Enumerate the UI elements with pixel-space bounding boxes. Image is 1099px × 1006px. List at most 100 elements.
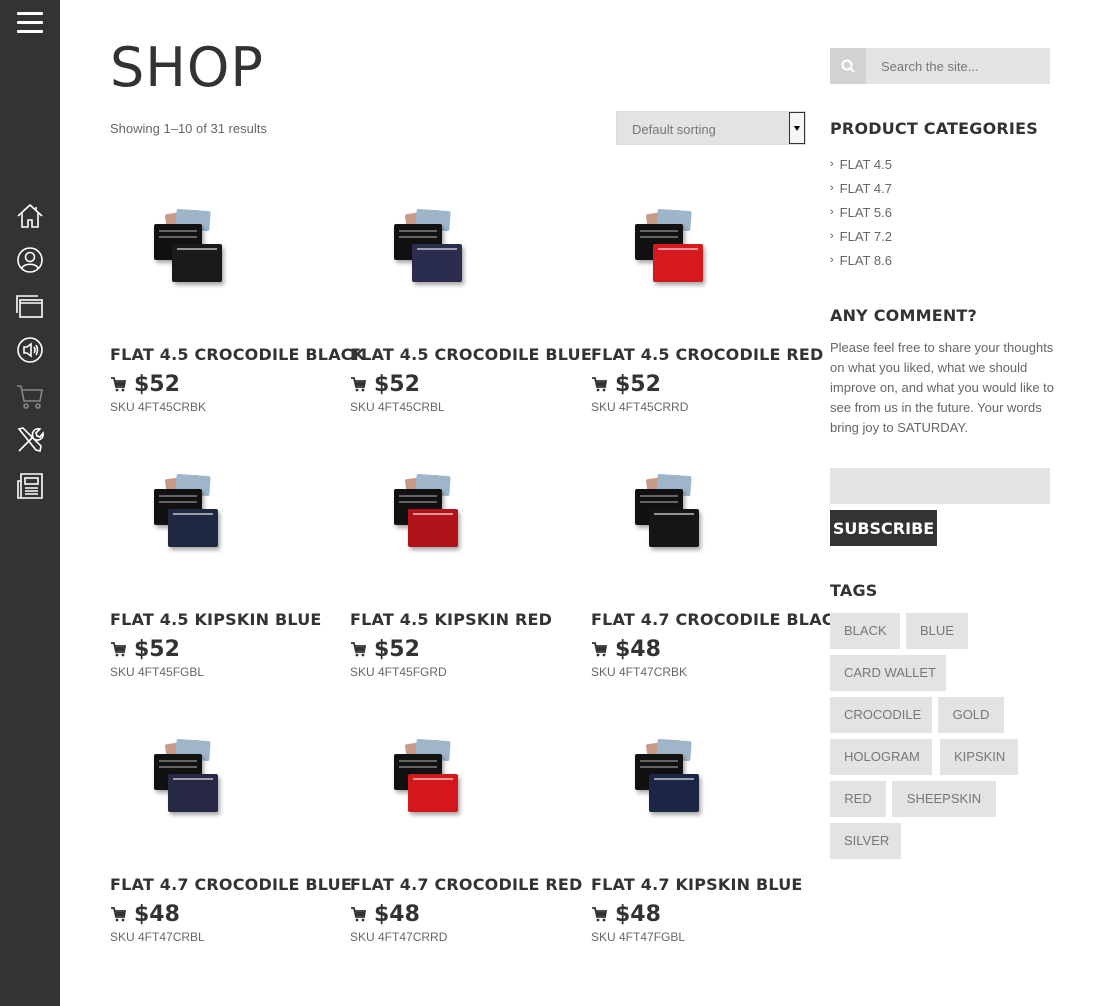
- speaker-icon[interactable]: [15, 335, 45, 365]
- tag-link[interactable]: CARD WALLET: [830, 655, 946, 691]
- product-card[interactable]: FLAT 4.7 CROCODILE BLACK $48 SKU 4FT47CR…: [591, 441, 846, 679]
- front-card-image: [168, 774, 218, 812]
- product-image[interactable]: [591, 441, 741, 591]
- product-price: $48: [615, 636, 661, 662]
- product-card[interactable]: FLAT 4.7 CROCODILE BLUE $48 SKU 4FT47CRB…: [110, 706, 352, 944]
- category-item[interactable]: › FLAT 8.6: [830, 248, 892, 272]
- cart-icon: [592, 642, 607, 657]
- category-item[interactable]: › FLAT 4.5: [830, 152, 892, 176]
- product-title[interactable]: FLAT 4.7 CROCODILE BLACK: [591, 609, 846, 631]
- front-card-image: [412, 244, 462, 282]
- product-price: $48: [134, 901, 180, 927]
- tag-link[interactable]: GOLD: [938, 697, 1004, 733]
- product-price: $48: [374, 901, 420, 927]
- product-title[interactable]: FLAT 4.7 KIPSKIN BLUE: [591, 874, 821, 896]
- product-card[interactable]: FLAT 4.7 CROCODILE RED $48 SKU 4FT47CRRD: [350, 706, 582, 944]
- cart-icon[interactable]: [15, 381, 45, 411]
- categories-title: PRODUCT CATEGORIES: [830, 119, 1038, 138]
- product-title[interactable]: FLAT 4.7 CROCODILE RED: [350, 874, 582, 896]
- category-item[interactable]: › FLAT 7.2: [830, 224, 892, 248]
- product-title[interactable]: FLAT 4.5 KIPSKIN BLUE: [110, 609, 340, 631]
- product-sku: SKU 4FT47FGBL: [591, 930, 686, 944]
- windows-icon[interactable]: [15, 291, 45, 321]
- product-image[interactable]: [591, 176, 741, 326]
- category-item[interactable]: › FLAT 5.6: [830, 200, 892, 224]
- tag-link[interactable]: SILVER: [830, 823, 901, 859]
- cart-icon: [351, 907, 366, 922]
- tag-link[interactable]: KIPSKIN: [940, 739, 1018, 775]
- product-title[interactable]: FLAT 4.5 KIPSKIN RED: [350, 609, 580, 631]
- search-icon[interactable]: [830, 48, 866, 84]
- subscribe-button[interactable]: SUBSCRIBE: [830, 510, 937, 546]
- category-label: FLAT 8.6: [839, 252, 892, 268]
- chevron-right-icon: ›: [830, 182, 834, 194]
- chevron-down-icon[interactable]: [789, 112, 805, 144]
- cart-icon: [111, 907, 126, 922]
- chevron-right-icon: ›: [830, 254, 834, 266]
- product-image[interactable]: [591, 706, 741, 856]
- category-label: FLAT 5.6: [839, 204, 892, 220]
- hamburger-menu-icon[interactable]: [17, 12, 43, 36]
- product-sku: SKU 4FT45CRBL: [350, 400, 445, 414]
- product-sku: SKU 4FT45FGRD: [350, 665, 447, 679]
- front-card-image: [649, 509, 699, 547]
- chevron-right-icon: ›: [830, 206, 834, 218]
- product-image[interactable]: [110, 176, 260, 326]
- product-sku: SKU 4FT45CRBK: [110, 400, 207, 414]
- tag-link[interactable]: BLACK: [830, 613, 900, 649]
- product-sku: SKU 4FT47CRRD: [350, 930, 448, 944]
- category-label: FLAT 7.2: [839, 228, 892, 244]
- product-card[interactable]: FLAT 4.5 CROCODILE RED $52 SKU 4FT45CRRD: [591, 176, 823, 414]
- tools-icon[interactable]: [15, 425, 45, 455]
- search-box: [830, 48, 1050, 84]
- cart-icon: [351, 642, 366, 657]
- product-title[interactable]: FLAT 4.7 CROCODILE BLUE: [110, 874, 352, 896]
- product-price: $52: [374, 371, 420, 397]
- product-image[interactable]: [350, 176, 500, 326]
- tag-link[interactable]: HOLOGRAM: [830, 739, 932, 775]
- product-image[interactable]: [350, 706, 500, 856]
- category-label: FLAT 4.5: [839, 156, 892, 172]
- category-item[interactable]: › FLAT 4.7: [830, 176, 892, 200]
- category-label: FLAT 4.7: [839, 180, 892, 196]
- product-title[interactable]: FLAT 4.5 CROCODILE RED: [591, 344, 823, 366]
- product-price: $52: [615, 371, 661, 397]
- tag-link[interactable]: BLUE: [906, 613, 968, 649]
- tag-link[interactable]: SHEEPSKIN: [892, 781, 996, 817]
- sidebar: [0, 0, 60, 1006]
- front-card-image: [649, 774, 699, 812]
- sorting-select[interactable]: Default sorting: [616, 111, 806, 145]
- product-price: $52: [134, 371, 180, 397]
- chevron-right-icon: ›: [830, 230, 834, 242]
- newspaper-icon[interactable]: [15, 471, 45, 501]
- cart-icon: [592, 907, 607, 922]
- product-price: $48: [615, 901, 661, 927]
- product-card[interactable]: FLAT 4.5 KIPSKIN RED $52 SKU 4FT45FGRD: [350, 441, 580, 679]
- category-list: › FLAT 4.5 › FLAT 4.7 › FLAT 5.6 › FLAT 7.2 › FLA…: [830, 152, 892, 272]
- front-card-image: [168, 509, 218, 547]
- tag-link[interactable]: RED: [830, 781, 886, 817]
- subscribe-email-field[interactable]: [830, 468, 1050, 504]
- product-card[interactable]: FLAT 4.5 CROCODILE BLUE $52 SKU 4FT45CRB…: [350, 176, 592, 414]
- search-input[interactable]: [866, 48, 1050, 84]
- front-card-image: [408, 509, 458, 547]
- page-title: SHOP: [110, 36, 264, 99]
- tag-link[interactable]: CROCODILE: [830, 697, 932, 733]
- product-image[interactable]: [110, 441, 260, 591]
- cart-icon: [111, 377, 126, 392]
- front-card-image: [408, 774, 458, 812]
- product-image[interactable]: [110, 706, 260, 856]
- cart-icon: [351, 377, 366, 392]
- product-price: $52: [134, 636, 180, 662]
- product-title[interactable]: FLAT 4.5 CROCODILE BLUE: [350, 344, 592, 366]
- comment-title: ANY COMMENT?: [830, 306, 978, 325]
- product-card[interactable]: FLAT 4.5 CROCODILE BLACK $52 SKU 4FT45CR…: [110, 176, 365, 414]
- cart-icon: [111, 642, 126, 657]
- product-image[interactable]: [350, 441, 500, 591]
- home-icon[interactable]: [15, 201, 45, 231]
- product-card[interactable]: FLAT 4.5 KIPSKIN BLUE $52 SKU 4FT45FGBL: [110, 441, 340, 679]
- product-card[interactable]: FLAT 4.7 KIPSKIN BLUE $48 SKU 4FT47FGBL: [591, 706, 821, 944]
- user-icon[interactable]: [15, 245, 45, 275]
- product-title[interactable]: FLAT 4.5 CROCODILE BLACK: [110, 344, 365, 366]
- comment-text: Please feel free to share your thoughts …: [830, 340, 1055, 435]
